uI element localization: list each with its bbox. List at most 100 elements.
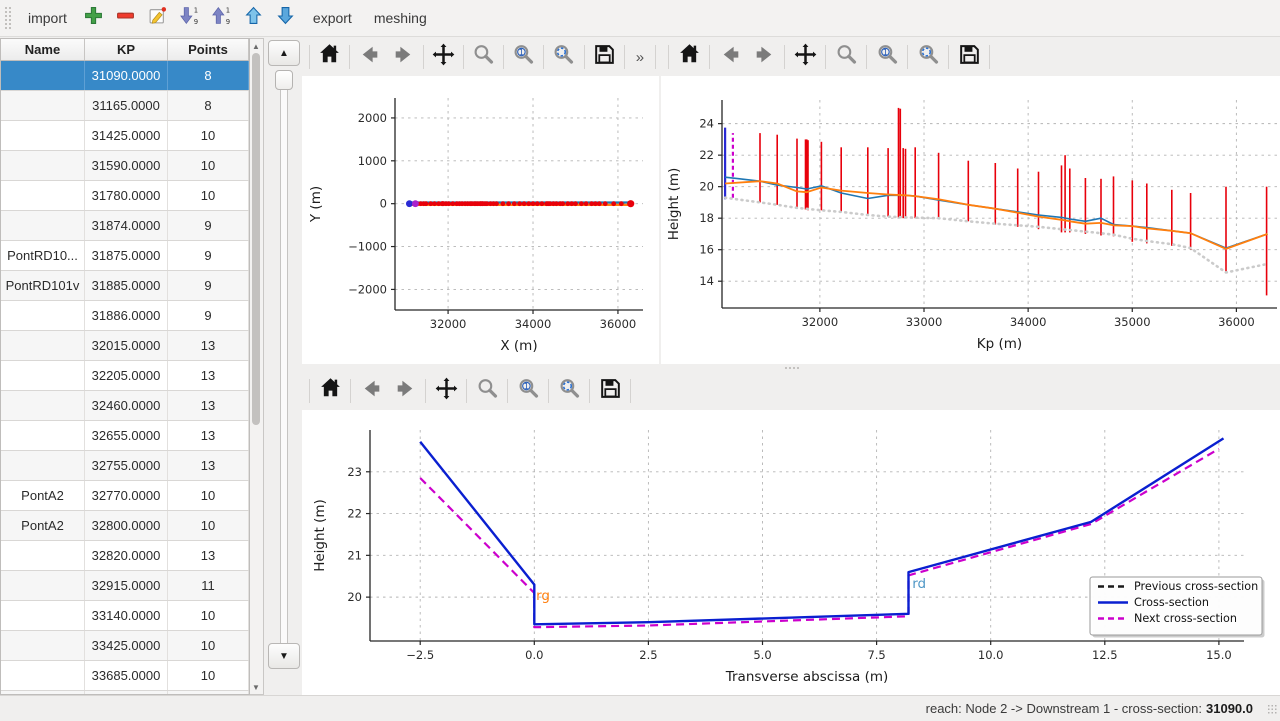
table-row[interactable]: 31425.000010	[1, 121, 249, 151]
column-header-name[interactable]: Name	[1, 39, 85, 60]
table-row[interactable]: 33425.000010	[1, 631, 249, 661]
move-down-button[interactable]	[271, 4, 301, 32]
home-icon	[677, 42, 702, 72]
table-row[interactable]: 32460.000013	[1, 391, 249, 421]
table-row[interactable]: 32015.000013	[1, 331, 249, 361]
toolbar-separator	[589, 379, 590, 403]
toolbar-separator	[543, 45, 544, 69]
resize-grip[interactable]	[1267, 704, 1277, 714]
table-row[interactable]: 32820.000013	[1, 541, 249, 571]
table-row[interactable]: 32915.000011	[1, 571, 249, 601]
cell-name	[1, 181, 85, 210]
edit-section-button[interactable]	[143, 4, 173, 32]
column-header-points[interactable]: Points	[168, 39, 249, 60]
cell-points: 10	[168, 661, 249, 690]
table-row[interactable]: 31780.000010	[1, 181, 249, 211]
zoom-extent-button[interactable]	[552, 375, 586, 407]
status-bar: reach: Node 2 -> Downstream 1 - cross-se…	[0, 695, 1280, 721]
forward-button[interactable]	[388, 375, 422, 407]
back-icon	[359, 376, 384, 406]
cell-kp: 31425.0000	[85, 121, 168, 150]
cell-points: 8	[168, 61, 249, 90]
table-row[interactable]: 33140.000010	[1, 601, 249, 631]
svg-text:35000: 35000	[1114, 315, 1151, 329]
cell-kp: 31885.0000	[85, 271, 168, 300]
sort-ascending-button[interactable]: 19	[175, 4, 205, 32]
zoom-1-button[interactable]: 1	[511, 375, 545, 407]
home-button[interactable]	[313, 41, 346, 73]
cell-points: 11	[168, 571, 249, 600]
table-row[interactable]: PontRD10...31875.00009	[1, 241, 249, 271]
table-row[interactable]: 31165.00008	[1, 91, 249, 121]
save-button[interactable]	[952, 41, 986, 73]
svg-text:Transverse abscissa (m): Transverse abscissa (m)	[725, 669, 889, 685]
zoom-button[interactable]	[829, 41, 863, 73]
table-row[interactable]: 31090.00008	[1, 61, 249, 91]
import-button[interactable]: import	[18, 5, 77, 31]
table-scrollbar-thumb[interactable]	[252, 53, 260, 425]
zoom-button[interactable]	[467, 41, 500, 73]
save-button[interactable]	[593, 375, 627, 407]
svg-text:2000: 2000	[358, 111, 387, 125]
column-header-kp[interactable]: KP	[85, 39, 168, 60]
cross-section-chart[interactable]: −2.50.02.55.07.510.012.515.020212223Tran…	[302, 410, 1280, 695]
remove-section-button[interactable]	[111, 4, 141, 32]
home-icon	[317, 42, 342, 72]
table-row[interactable]: 31886.00009	[1, 301, 249, 331]
home-button[interactable]	[313, 375, 347, 407]
zoom-extent-button[interactable]	[911, 41, 945, 73]
save-button[interactable]	[588, 41, 621, 73]
home-button[interactable]	[672, 41, 706, 73]
table-row[interactable]: 31874.00009	[1, 211, 249, 241]
svg-text:32000: 32000	[430, 317, 467, 331]
plan-view-chart[interactable]: 320003400036000−2000−1000010002000X (m)Y…	[302, 76, 659, 364]
add-section-button[interactable]	[79, 4, 109, 32]
navigate-down-button[interactable]: ▼	[268, 643, 300, 669]
longitudinal-profile-chart[interactable]: 3200033000340003500036000141618202224Kp …	[661, 76, 1280, 364]
zoom-extent-button[interactable]	[547, 41, 580, 73]
zoom-button[interactable]	[470, 375, 504, 407]
back-button[interactable]	[354, 375, 388, 407]
horizontal-splitter[interactable]	[302, 364, 1280, 372]
table-row[interactable]: PontA232770.000010	[1, 481, 249, 511]
forward-button[interactable]	[747, 41, 781, 73]
svg-text:20: 20	[699, 180, 714, 194]
move-up-button[interactable]	[239, 4, 269, 32]
back-button[interactable]	[713, 41, 747, 73]
zoom-1-icon: 1	[511, 42, 536, 72]
svg-text:33000: 33000	[906, 315, 943, 329]
scroll-down-icon[interactable]: ▼	[250, 681, 262, 693]
table-row[interactable]: PontRD101v31885.00009	[1, 271, 249, 301]
navigator-track[interactable]	[280, 70, 288, 668]
pan-button[interactable]	[427, 41, 460, 73]
svg-text:34000: 34000	[515, 317, 552, 331]
toolbar-overflow-icon[interactable]: »	[628, 49, 652, 66]
svg-text:32000: 32000	[802, 315, 839, 329]
scroll-up-icon[interactable]: ▲	[250, 40, 262, 52]
table-row[interactable]: 31590.000010	[1, 151, 249, 181]
navigate-up-button[interactable]: ▲	[268, 40, 300, 66]
export-button[interactable]: export	[303, 5, 362, 31]
table-row[interactable]: 32655.000013	[1, 421, 249, 451]
navigator-thumb[interactable]	[275, 70, 293, 90]
table-row[interactable]: 32755.000013	[1, 451, 249, 481]
svg-text:Y (m): Y (m)	[308, 186, 324, 223]
pan-button[interactable]	[788, 41, 822, 73]
sort-descending-button[interactable]: 19	[207, 4, 237, 32]
zoom-1-button[interactable]: 1	[507, 41, 540, 73]
table-row[interactable]: 32205.000013	[1, 361, 249, 391]
table-scrollbar[interactable]: ▲ ▼	[250, 38, 264, 695]
toolbar-grip[interactable]	[3, 5, 12, 31]
zoom-1-button[interactable]: 1	[870, 41, 904, 73]
table-row[interactable]: 33685.000010	[1, 661, 249, 691]
cell-name	[1, 361, 85, 390]
pan-button[interactable]	[429, 375, 463, 407]
svg-text:34000: 34000	[1010, 315, 1047, 329]
forward-button[interactable]	[386, 41, 419, 73]
cross-sections-table: Name KP Points 31090.0000831165.00008314…	[0, 38, 250, 695]
back-button[interactable]	[353, 41, 386, 73]
cell-points: 10	[168, 631, 249, 660]
cell-points: 13	[168, 541, 249, 570]
meshing-button[interactable]: meshing	[364, 5, 437, 31]
table-row[interactable]: PontA232800.000010	[1, 511, 249, 541]
